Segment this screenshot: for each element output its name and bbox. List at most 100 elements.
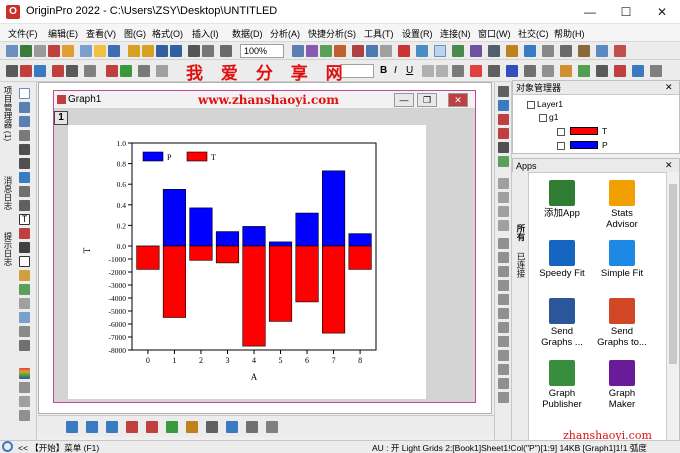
layout-icon-4[interactable] [498, 220, 509, 231]
pointer-tool-icon[interactable] [19, 88, 30, 99]
symbol-map-icon[interactable] [498, 142, 509, 153]
menu-analysis[interactable]: 分析(A) [270, 27, 300, 40]
refresh-icon[interactable] [220, 45, 232, 57]
layout-tool-icon[interactable] [19, 396, 30, 407]
more-tools-icon[interactable] [19, 410, 30, 421]
paste-icon[interactable] [578, 45, 590, 57]
new-layer-icon[interactable] [34, 65, 46, 77]
new-notes-icon[interactable] [94, 45, 106, 57]
status-left[interactable]: << 【开始】菜单 (F1) [18, 442, 99, 453]
front-object-icon[interactable] [498, 378, 509, 389]
open-icon[interactable] [128, 45, 140, 57]
lock-tool-icon[interactable] [19, 340, 30, 351]
tree-item-t[interactable] [557, 126, 567, 136]
menu-settings[interactable]: 设置(R) [402, 27, 433, 40]
arrow-tool-icon[interactable] [19, 228, 30, 239]
group-objects-icon[interactable] [498, 350, 509, 361]
open-template-icon[interactable] [142, 45, 154, 57]
undo-icon[interactable] [596, 45, 608, 57]
app-graph-publisher[interactable]: Graph Publisher [532, 360, 592, 410]
connector-icon[interactable] [416, 45, 428, 57]
extract-icon[interactable] [106, 65, 118, 77]
menu-edit[interactable]: 编辑(E) [48, 27, 78, 40]
align-top-icon[interactable] [498, 266, 509, 277]
stacked-plot-icon[interactable] [146, 421, 158, 433]
same-width-icon[interactable] [498, 308, 509, 319]
menu-help[interactable]: 帮助(H) [554, 27, 585, 40]
group-icon[interactable] [650, 65, 662, 77]
data-reader-tool-icon[interactable] [19, 158, 30, 169]
3d-plot-icon[interactable] [206, 421, 218, 433]
back-object-icon[interactable] [498, 392, 509, 403]
contour-plot-icon[interactable] [226, 421, 238, 433]
draw-data-icon[interactable] [506, 45, 518, 57]
rectangle-tool-icon[interactable] [19, 256, 30, 267]
layer-contents-icon[interactable] [156, 65, 168, 77]
copy-icon[interactable] [560, 45, 572, 57]
merge-icon[interactable] [120, 65, 132, 77]
app-simple-fit[interactable]: Simple Fit [592, 240, 652, 279]
tab-hint-log[interactable]: 提示日志 [2, 232, 14, 272]
cut-icon[interactable] [542, 45, 554, 57]
insert-table-tool-icon[interactable] [19, 312, 30, 323]
template-library-icon[interactable] [266, 421, 278, 433]
menu-connect[interactable]: 连接(N) [440, 27, 471, 40]
search-icon[interactable] [2, 441, 13, 452]
data-reader-icon[interactable] [452, 45, 464, 57]
app-speedy-fit[interactable]: Speedy Fit [532, 240, 592, 279]
insert-graph-tool-icon[interactable] [19, 298, 30, 309]
line-style-icon[interactable] [524, 65, 536, 77]
line-symbol-plot-icon[interactable] [106, 421, 118, 433]
recalculate-icon[interactable] [398, 45, 410, 57]
back-icon[interactable] [632, 65, 644, 77]
p-checkbox[interactable] [557, 141, 565, 150]
zoom-in-tool-icon[interactable] [19, 102, 30, 113]
data-cursor-tool-icon[interactable] [19, 172, 30, 183]
graph-minimize-button[interactable]: — [394, 93, 414, 107]
menu-view[interactable]: 查看(V) [86, 27, 116, 40]
print-icon[interactable] [202, 45, 214, 57]
align-icon[interactable] [596, 65, 608, 77]
line-plot-icon[interactable] [66, 421, 78, 433]
align-left-icon[interactable] [498, 238, 509, 249]
zoom-tool-icon[interactable] [434, 45, 446, 57]
symbol-icon[interactable] [578, 65, 590, 77]
region-tool-icon[interactable] [19, 270, 30, 281]
region-mask-icon[interactable] [488, 45, 500, 57]
new-excel-icon[interactable] [108, 45, 120, 57]
text-tool-icon[interactable]: T [19, 214, 30, 225]
layer1-checkbox[interactable] [527, 100, 535, 109]
layout-icon-3[interactable] [498, 206, 509, 217]
annotation-tool-icon[interactable] [19, 284, 30, 295]
bold-button[interactable]: B [380, 65, 387, 76]
app-send-graphs-ppt[interactable]: Send Graphs to... [592, 298, 652, 348]
bar-chart[interactable]: 0 1 2 3 4 5 6 7 8 1.0 0.8 0.6 0.4 0.2 0.0 -1000 -2000 -30… [68, 125, 426, 399]
app-add-app[interactable]: 添加App [532, 180, 592, 219]
new-matrix-icon[interactable] [34, 45, 46, 57]
new-project-icon[interactable] [6, 45, 18, 57]
front-icon[interactable] [614, 65, 626, 77]
layer-badge[interactable]: 1 [54, 111, 68, 125]
menu-format[interactable]: 格式(O) [152, 27, 183, 40]
close-button[interactable]: ✕ [644, 0, 680, 24]
results-log-icon[interactable] [334, 45, 346, 57]
g1-checkbox[interactable] [539, 113, 547, 122]
app-stats-advisor[interactable]: Stats Advisor [592, 180, 652, 230]
zoom-combo[interactable]: 100% [240, 44, 284, 58]
layer-management-icon[interactable] [498, 114, 509, 125]
save-template-icon[interactable] [170, 45, 182, 57]
menu-quick-analysis[interactable]: 快捷分析(S) [308, 27, 356, 40]
tree-layer1[interactable]: Layer1 [527, 99, 563, 109]
graph-close-button[interactable]: ✕ [448, 93, 468, 107]
layout-icon-1[interactable] [498, 178, 509, 189]
scale-in-tool-icon[interactable] [19, 130, 30, 141]
rescale-icon[interactable] [20, 65, 32, 77]
tree-g1[interactable]: g1 [539, 112, 558, 122]
import-icon[interactable] [188, 45, 200, 57]
duplicate-icon[interactable] [292, 45, 304, 57]
statistics-plot-icon[interactable] [246, 421, 258, 433]
project-explorer-icon[interactable] [366, 45, 378, 57]
greek-icon[interactable] [452, 65, 464, 77]
new-function-icon[interactable] [62, 45, 74, 57]
column-plot-icon[interactable] [126, 421, 138, 433]
